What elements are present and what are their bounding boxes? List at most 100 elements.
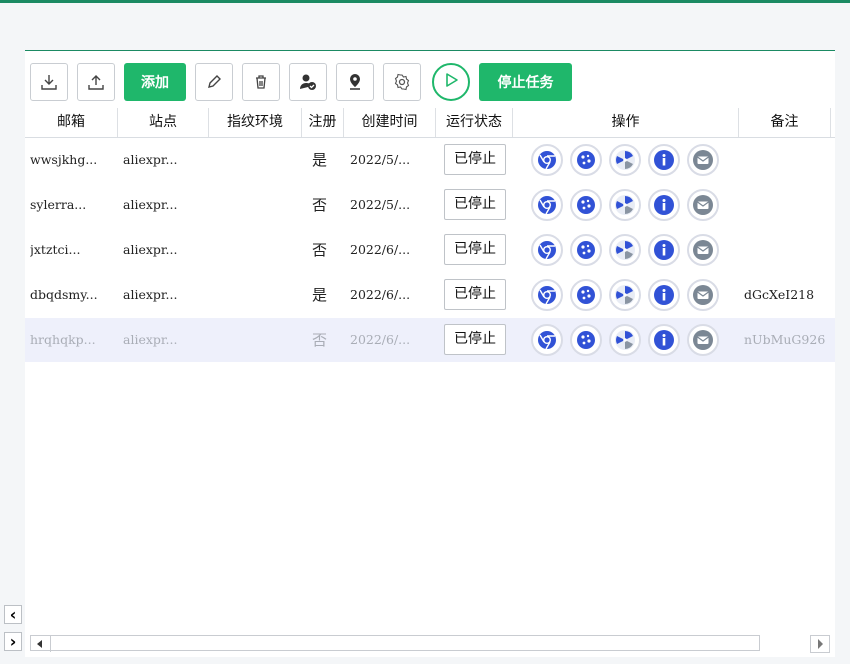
- site-cell: aliexpr...: [123, 152, 178, 167]
- status-button[interactable]: 已停止: [444, 189, 506, 220]
- cookie-action-button[interactable]: [570, 144, 602, 176]
- site-cell: aliexpr...: [123, 242, 178, 257]
- delete-icon: [252, 73, 270, 91]
- delete-button[interactable]: [242, 63, 280, 101]
- cookie-action-button[interactable]: [570, 324, 602, 356]
- chrome-icon: [537, 150, 557, 170]
- created-cell: 2022/6/...: [350, 332, 411, 347]
- chrome-action-button[interactable]: [531, 189, 563, 221]
- fan-action-button[interactable]: [609, 324, 641, 356]
- info-action-button[interactable]: [648, 144, 680, 176]
- info-action-button[interactable]: [648, 324, 680, 356]
- note-cell: [744, 183, 832, 227]
- column-header-site[interactable]: 站点: [118, 108, 209, 137]
- user-verify-button[interactable]: [289, 63, 327, 101]
- mail-action-button[interactable]: [687, 189, 719, 221]
- cookie-action-button[interactable]: [570, 234, 602, 266]
- site-cell: aliexpr...: [123, 197, 178, 212]
- table-row[interactable]: dbqdsmy... aliexpr... 是 2022/6/... 已停止 dGcXeI…: [25, 273, 835, 317]
- start-button[interactable]: [432, 63, 470, 101]
- info-action-button[interactable]: [648, 234, 680, 266]
- mail-icon: [692, 239, 714, 261]
- cookie-icon: [576, 330, 596, 350]
- fingerprint-cell: [213, 318, 299, 362]
- status-button[interactable]: 已停止: [444, 234, 506, 265]
- fan-action-button[interactable]: [609, 279, 641, 311]
- registered-cell: 是: [312, 286, 328, 304]
- location-icon: [346, 72, 364, 92]
- email-cell: jxtztci...: [30, 242, 81, 257]
- fan-icon: [614, 194, 636, 216]
- cookie-action-button[interactable]: [570, 279, 602, 311]
- cookie-icon: [576, 285, 596, 305]
- fan-icon: [614, 284, 636, 306]
- mail-icon: [692, 284, 714, 306]
- scroll-right-button[interactable]: [810, 635, 830, 653]
- scroll-left-button[interactable]: [31, 636, 51, 652]
- edit-button[interactable]: [195, 63, 233, 101]
- mail-action-button[interactable]: [687, 279, 719, 311]
- download-button[interactable]: [30, 63, 68, 101]
- column-header-note[interactable]: 备注: [739, 108, 831, 137]
- settings-button[interactable]: [383, 63, 421, 101]
- fan-action-button[interactable]: [609, 189, 641, 221]
- chrome-action-button[interactable]: [531, 234, 563, 266]
- table-row[interactable]: jxtztci... aliexpr... 否 2022/6/... 已停止: [25, 228, 835, 272]
- cookie-icon: [576, 240, 596, 260]
- chrome-action-button[interactable]: [531, 324, 563, 356]
- info-icon: [653, 194, 675, 216]
- expand-right-button[interactable]: ›: [4, 632, 22, 651]
- edit-icon: [205, 73, 223, 91]
- column-header-registered[interactable]: 注册: [302, 108, 344, 137]
- mail-icon: [692, 149, 714, 171]
- fan-action-button[interactable]: [609, 234, 641, 266]
- chevron-left-icon: ‹: [9, 605, 17, 624]
- column-header-status[interactable]: 运行状态: [436, 108, 513, 137]
- status-button[interactable]: 已停止: [444, 324, 506, 355]
- add-button[interactable]: 添加: [124, 63, 186, 101]
- registered-cell: 是: [312, 151, 328, 169]
- fan-icon: [614, 239, 636, 261]
- info-action-button[interactable]: [648, 189, 680, 221]
- table-header: 邮箱 站点 指纹环境 注册 创建时间 运行状态 操作 备注: [25, 108, 835, 138]
- table-row[interactable]: sylerra... aliexpr... 否 2022/5/... 已停止: [25, 183, 835, 227]
- main-panel: 添加 停止任务 邮箱 站点 指纹环境 注册 创建时间 运行状态 操作 备注 ww…: [25, 50, 835, 657]
- info-action-button[interactable]: [648, 279, 680, 311]
- chrome-icon: [537, 285, 557, 305]
- site-cell: aliexpr...: [123, 287, 178, 302]
- chrome-icon: [537, 195, 557, 215]
- info-icon: [653, 329, 675, 351]
- email-cell: dbqdsmy...: [30, 287, 98, 302]
- stop-task-button[interactable]: 停止任务: [479, 63, 572, 101]
- note-cell: dGcXeI218: [744, 287, 815, 302]
- registered-cell: 否: [312, 241, 328, 259]
- fingerprint-cell: [213, 183, 299, 227]
- mail-action-button[interactable]: [687, 324, 719, 356]
- mail-action-button[interactable]: [687, 234, 719, 266]
- fan-action-button[interactable]: [609, 144, 641, 176]
- table-row[interactable]: wwsjkhg... aliexpr... 是 2022/5/... 已停止: [25, 138, 835, 182]
- note-cell: nUbMuG926: [744, 332, 826, 347]
- play-icon: [443, 72, 459, 92]
- horizontal-scrollbar[interactable]: [30, 635, 830, 653]
- column-header-created[interactable]: 创建时间: [344, 108, 436, 137]
- scrollbar-track[interactable]: [30, 635, 760, 652]
- note-cell: [744, 138, 832, 182]
- cookie-action-button[interactable]: [570, 189, 602, 221]
- chrome-action-button[interactable]: [531, 144, 563, 176]
- cookie-icon: [576, 150, 596, 170]
- status-button[interactable]: 已停止: [444, 279, 506, 310]
- fan-icon: [614, 329, 636, 351]
- fingerprint-cell: [213, 273, 299, 317]
- collapse-left-button[interactable]: ‹: [4, 605, 22, 624]
- chrome-action-button[interactable]: [531, 279, 563, 311]
- table-row[interactable]: hrqhqkp... aliexpr... 否 2022/6/... 已停止 nUbMuG…: [25, 318, 835, 362]
- column-header-fingerprint[interactable]: 指纹环境: [209, 108, 302, 137]
- location-button[interactable]: [336, 63, 374, 101]
- column-header-email[interactable]: 邮箱: [25, 108, 118, 137]
- column-header-actions[interactable]: 操作: [513, 108, 739, 137]
- upload-button[interactable]: [77, 63, 115, 101]
- cookie-icon: [576, 195, 596, 215]
- status-button[interactable]: 已停止: [444, 144, 506, 175]
- mail-action-button[interactable]: [687, 144, 719, 176]
